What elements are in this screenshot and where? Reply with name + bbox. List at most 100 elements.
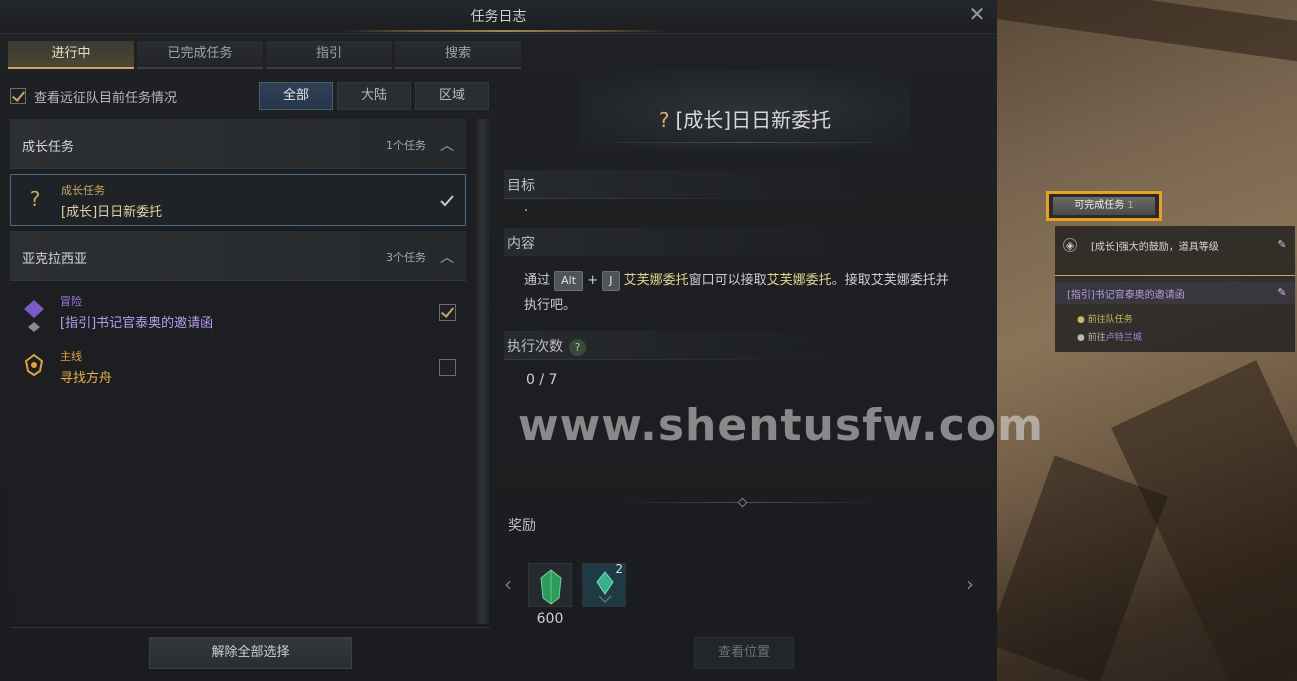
reward-item[interactable] [528, 563, 572, 607]
detail-title-text: [成长]日日新委托 [675, 108, 832, 132]
tracker-quest-guide[interactable]: [指引]书记官泰奥的邀请函 ✎ [1055, 282, 1295, 304]
tracker-quest-name: [指引]书记官泰奥的邀请函 [1067, 290, 1185, 301]
tab-completed[interactable]: 已完成任务 [137, 41, 263, 69]
quest-item-guide-invitation[interactable]: 冒险 [指引]书记官泰奥的邀请函 [10, 286, 466, 338]
quest-track-checkbox[interactable] [439, 304, 456, 321]
main-quest-icon [22, 353, 46, 377]
adventure-icon [22, 298, 46, 332]
view-location-button[interactable]: 查看位置 [694, 637, 794, 669]
tracker-sub-prefix: 前往 [1087, 333, 1106, 343]
green-crystal-icon [540, 569, 562, 605]
watermark: www.shentusfw.com [518, 400, 1044, 451]
scope-all-button[interactable]: 全部 [259, 82, 333, 110]
quest-list-scrollbar[interactable] [476, 119, 489, 624]
quest-track-checkbox[interactable] [439, 359, 456, 376]
content-text-part: 窗口可以接取 [688, 273, 767, 288]
highlight-text: 艾芙娜委托 [766, 273, 832, 288]
tracker-sub-objective: ● 前往队任务 [1077, 315, 1133, 325]
title-bar: 任务日志 [0, 0, 997, 34]
exec-count-value: 0 / 7 [526, 372, 558, 388]
ship-structure [997, 455, 1168, 681]
tab-guide[interactable]: 指引 [266, 41, 392, 69]
quest-name: [成长]日日新委托 [61, 205, 163, 220]
completable-count: 1 [1127, 200, 1134, 211]
quest-type: 冒险 [60, 295, 82, 308]
title-ornament [340, 30, 670, 32]
check-mark-icon[interactable] [439, 193, 455, 212]
quest-name: 寻找方舟 [60, 371, 113, 386]
tracker-sub-place: 卢特兰城 [1105, 333, 1142, 343]
tracker-quest-growth[interactable]: ◈ [成长]强大的鼓励，道具等级 ✎ [1055, 226, 1295, 276]
reward-prev-arrow-icon[interactable]: ‹ [504, 572, 512, 596]
pin-icon[interactable]: ✎ [1275, 286, 1289, 300]
divider [504, 198, 864, 199]
category-name: 成长任务 [22, 140, 75, 155]
reward-ornament [620, 502, 880, 503]
exec-count-label: 执行次数 [507, 339, 563, 355]
reward-diamond-ornament [737, 497, 748, 508]
content-prefix: 通过 [524, 273, 551, 288]
exec-count-section: 执行次数? [504, 331, 864, 359]
category-header-arkesia[interactable]: 亚克拉西亚 3个任务 ︿ [10, 231, 466, 281]
close-icon[interactable]: ✕ [966, 3, 988, 25]
reward-amount: 600 [536, 611, 564, 627]
tab-bar: 进行中 已完成任务 指引 搜索 [8, 41, 524, 69]
category-name: 亚克拉西亚 [22, 252, 88, 267]
collapse-chevron-icon[interactable]: ︿ [440, 135, 454, 155]
j-key: J [602, 270, 620, 291]
tab-search[interactable]: 搜索 [395, 41, 521, 69]
ship-beam [997, 0, 1297, 64]
help-icon[interactable]: ? [569, 339, 586, 356]
divider [504, 359, 864, 360]
pin-icon[interactable]: ✎ [1275, 238, 1289, 252]
expedition-check-label: 查看远征队目前任务情况 [34, 91, 178, 106]
filter-row: 查看远征队目前任务情况 全部 大陆 区域 [10, 82, 490, 110]
exec-count-header: 执行次数? [507, 336, 586, 356]
completable-quests-tab[interactable]: 可完成任务 1 [1046, 191, 1162, 221]
divider [580, 142, 910, 143]
category-header-growth[interactable]: 成长任务 1个任务 ︿ [10, 119, 466, 169]
collapse-chevron-icon[interactable]: ︿ [440, 247, 454, 267]
tab-in-progress[interactable]: 进行中 [8, 41, 134, 69]
reward-label: 奖励 [508, 518, 536, 534]
tracker-quest-name: [成长]强大的鼓励，道具等级 [1091, 242, 1219, 253]
game-screen: 任务日志 ✕ 进行中 已完成任务 指引 搜索 查看远征队目前任务情况 全部 大陆… [0, 0, 1297, 681]
objective-section: 目标 [504, 170, 864, 198]
scope-continent-button[interactable]: 大陆 [337, 82, 411, 110]
content-section: 内容 [504, 228, 864, 256]
completable-text: 可完成任务 [1074, 200, 1125, 211]
quest-item-find-ark[interactable]: 主线 寻找方舟 [10, 341, 466, 393]
scope-region-button[interactable]: 区域 [415, 82, 489, 110]
quest-name: [指引]书记官泰奥的邀请函 [60, 316, 214, 331]
window-title: 任务日志 [470, 9, 527, 25]
quest-list: 成长任务 1个任务 ︿ ? 成长任务 [成长]日日新委托 亚克拉西亚 3个任务 … [10, 119, 486, 624]
deselect-all-button[interactable]: 解除全部选择 [149, 637, 352, 669]
quest-item-growth-daily[interactable]: ? 成长任务 [成长]日日新委托 [10, 174, 466, 226]
reward-count: 2 [615, 562, 623, 576]
category-count: 1个任务 [386, 139, 426, 152]
quest-detail: ? [成长]日日新委托 目标 · 内容 通过 Alt + J 艾芙娜委托窗口可以接… [500, 70, 990, 670]
question-mark-icon: ? [658, 108, 670, 132]
scrollbar-thumb[interactable] [479, 119, 486, 624]
expedition-checkbox[interactable] [10, 88, 26, 104]
divider [10, 627, 490, 628]
highlight-text: 艾芙娜委托 [623, 273, 689, 288]
content-text: 通过 Alt + J 艾芙娜委托窗口可以接取艾芙娜委托。接取艾芙娜委托并执行吧。 [524, 268, 954, 318]
reward-next-arrow-icon[interactable]: › [966, 572, 974, 596]
quest-tracker: ◈ [成长]强大的鼓励，道具等级 ✎ [指引]书记官泰奥的邀请函 ✎ ● 前往队… [1055, 226, 1295, 352]
objective-text: · [524, 204, 529, 219]
quest-log-panel: 任务日志 ✕ 进行中 已完成任务 指引 搜索 查看远征队目前任务情况 全部 大陆… [0, 0, 997, 681]
alt-key: Alt [554, 270, 584, 291]
reward-item[interactable]: 2 [582, 562, 626, 607]
quest-emblem-icon: ◈ [1063, 238, 1077, 252]
tracker-sub-text: 前往队任务 [1087, 315, 1133, 325]
quest-type: 主线 [60, 350, 82, 363]
objective-label: 目标 [507, 178, 535, 194]
tracker-sub-objective: ● 前往卢特兰城 [1077, 333, 1142, 343]
completable-quests-label: 可完成任务 1 [1053, 197, 1155, 215]
detail-title: ? [成长]日日新委托 [500, 104, 990, 133]
quest-type: 成长任务 [61, 184, 105, 197]
content-label: 内容 [507, 236, 535, 252]
plus-sign: + [587, 273, 599, 288]
category-count: 3个任务 [386, 251, 426, 264]
